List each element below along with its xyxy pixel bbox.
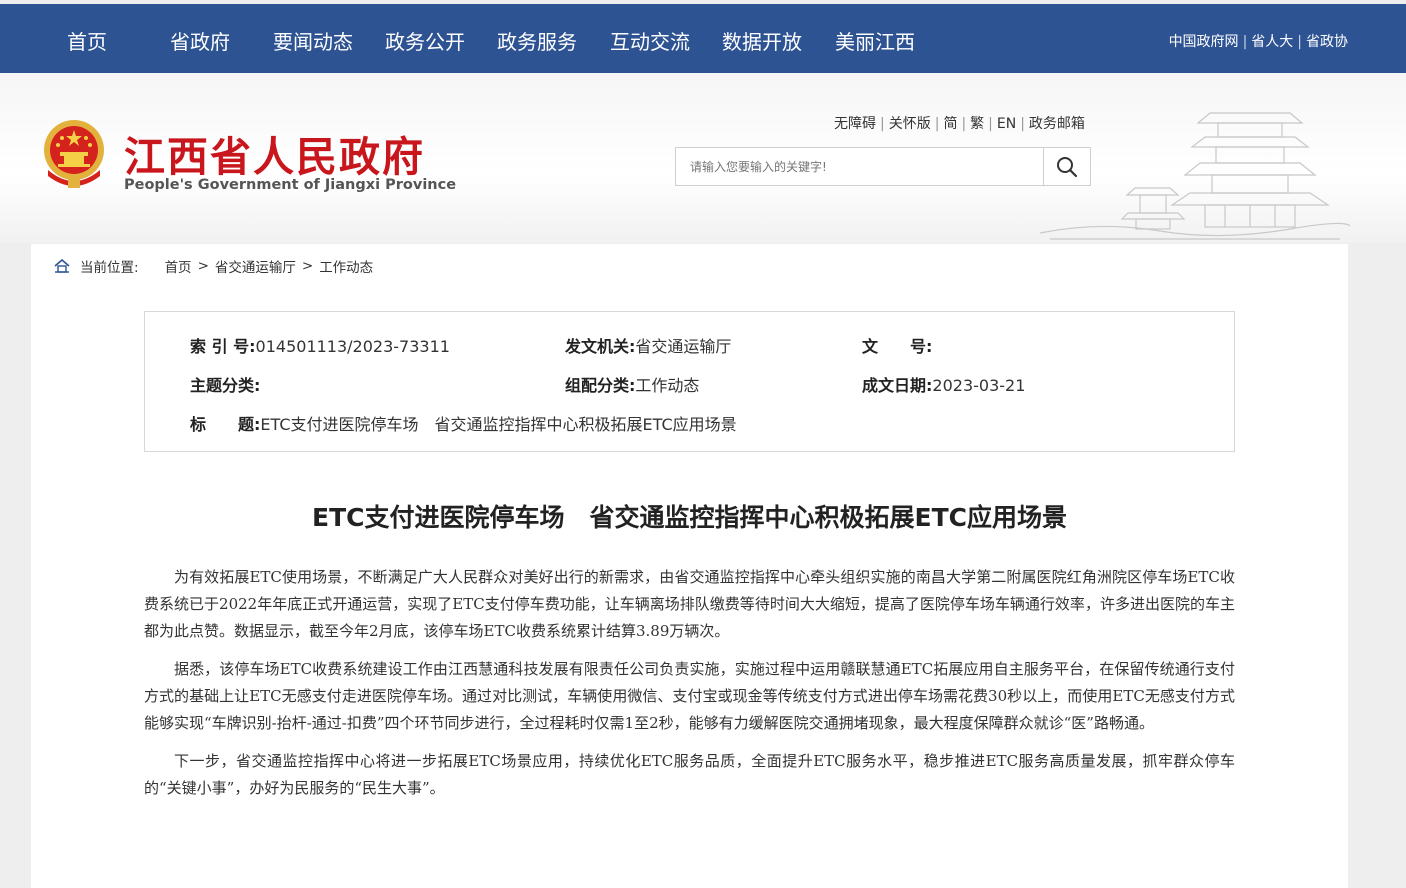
link-elderly-mode[interactable]: 关怀版: [889, 116, 931, 132]
link-english[interactable]: EN: [997, 116, 1016, 132]
meta-document-number: 文 号:: [862, 337, 933, 356]
document-metadata-table: 索 引 号:014501113/2023-73311 发文机关:省交通运输厅 文…: [144, 311, 1235, 452]
link-accessibility[interactable]: 无障碍: [834, 116, 876, 132]
breadcrumb-separator: >: [301, 258, 314, 274]
tengwang-pavilion-illustration: [1040, 112, 1350, 240]
meta-index-number: 索 引 号:014501113/2023-73311: [190, 337, 450, 356]
divider: |: [1020, 116, 1025, 132]
link-china-gov[interactable]: 中国政府网: [1169, 34, 1239, 50]
article-paragraph: 下一步，省交通监控指挥中心将进一步拓展ETC场景应用，持续优化ETC服务品质，全…: [144, 752, 1235, 797]
national-emblem-icon[interactable]: [40, 118, 108, 190]
nav-item-provincial-government[interactable]: 省政府: [170, 26, 230, 55]
nav-item-government-affairs[interactable]: 政务公开: [385, 26, 465, 55]
header-banner: 江西省人民政府 People's Government of Jiangxi P…: [0, 73, 1406, 243]
divider: |: [934, 116, 940, 132]
site-logo-english: People's Government of Jiangxi Province: [124, 177, 457, 193]
breadcrumb-home[interactable]: 首页: [165, 256, 192, 276]
nav-item-home[interactable]: 首页: [67, 26, 107, 55]
article-body: 为有效拓展ETC使用场景，不断满足广大人民群众对美好出行的新需求，由省交通监控指…: [144, 564, 1235, 813]
divider: |: [880, 116, 885, 132]
breadcrumb-separator: >: [197, 258, 209, 274]
breadcrumb-label: 当前位置:: [80, 260, 139, 276]
link-simplified[interactable]: 简: [943, 116, 957, 132]
quick-links: 中国政府网 | 省人大 | 省政协: [1169, 31, 1348, 51]
meta-category: 组配分类:工作动态: [565, 376, 700, 395]
meta-date: 成文日期:2023-03-21: [862, 376, 1026, 395]
search-box: [675, 147, 1091, 186]
article-title: ETC支付进医院停车场 省交通监控指挥中心积极拓展ETC应用场景: [312, 503, 1067, 532]
top-navigation-bar: 首页 省政府 要闻动态 政务公开 政务服务 互动交流 数据开放 美丽江西 中国政…: [0, 4, 1406, 73]
divider: |: [988, 116, 993, 132]
nav-item-government-services[interactable]: 政务服务: [497, 26, 577, 55]
link-traditional[interactable]: 繁: [970, 116, 984, 132]
nav-item-interaction[interactable]: 互动交流: [610, 26, 690, 55]
article-paragraph: 据悉，该停车场ETC收费系统建设工作由江西慧通科技发展有限责任公司负责实施，实施…: [144, 660, 1235, 732]
article-paragraph: 为有效拓展ETC使用场景，不断满足广大人民群众对美好出行的新需求，由省交通监控指…: [144, 568, 1235, 640]
home-icon: [54, 259, 70, 273]
divider: |: [961, 116, 967, 132]
link-provincial-cppcc[interactable]: 省政协: [1306, 34, 1348, 50]
divider: |: [1297, 34, 1302, 50]
content-card: 当前位置: 首页 > 省交通运输厅 > 工作动态 索 引 号:014501113…: [31, 244, 1348, 888]
search-input[interactable]: [676, 148, 1044, 185]
divider: |: [1242, 34, 1248, 50]
meta-topic: 主题分类:: [190, 376, 261, 395]
meta-issuer: 发文机关:省交通运输厅: [565, 337, 732, 356]
breadcrumb-work-news[interactable]: 工作动态: [319, 256, 373, 276]
nav-item-open-data[interactable]: 数据开放: [722, 26, 802, 55]
breadcrumb: 当前位置: 首页 > 省交通运输厅 > 工作动态: [54, 256, 373, 276]
nav-item-beautiful-jiangxi[interactable]: 美丽江西: [835, 26, 915, 55]
site-logo-text[interactable]: 江西省人民政府: [124, 123, 425, 183]
meta-title: 标 题:ETC支付进医院停车场 省交通监控指挥中心积极拓展ETC应用场景: [190, 415, 737, 434]
nav-item-news[interactable]: 要闻动态: [273, 26, 353, 55]
breadcrumb-transport-department[interactable]: 省交通运输厅: [215, 256, 296, 276]
link-provincial-congress[interactable]: 省人大: [1251, 34, 1293, 50]
